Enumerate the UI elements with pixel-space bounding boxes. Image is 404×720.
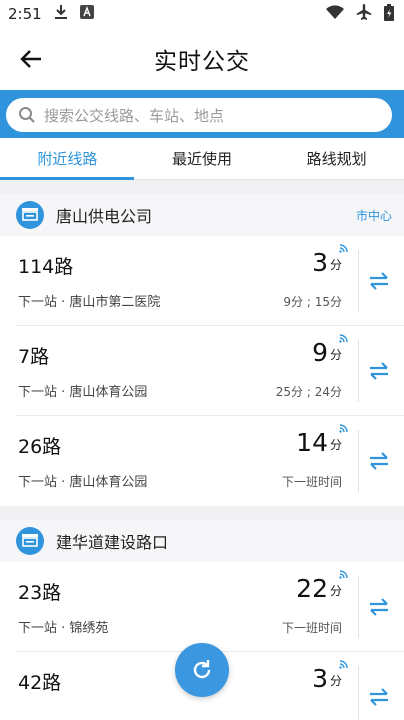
bus-stop-icon [16,527,44,555]
page-title: 实时公交 [154,49,250,75]
refresh-icon [193,660,211,679]
eta-minutes: 9 [312,338,328,367]
section-gap [0,180,404,194]
search-placeholder: 搜索公交线路、车站、地点 [44,106,225,125]
route-eta: 3 分 [312,244,348,277]
app-bar: 实时公交 [0,28,404,90]
realtime-signal-icon [339,424,348,433]
route-eta: 3 分 [312,660,348,693]
swap-direction-button[interactable] [366,448,392,474]
following-buses: 下一班时间 [281,621,342,635]
route-name: 23路 [18,582,62,604]
following-buses: 9分 ; 15分 [283,295,342,309]
eta-minutes: 22 [296,574,328,603]
swap-direction-button[interactable] [366,268,392,294]
app-notification-icon [79,5,94,23]
route-next-stop: 下一站 · 锦绣苑 [18,621,109,636]
eta-unit: 分 [329,438,342,452]
realtime-signal-icon [339,244,348,253]
realtime-signal-icon [339,334,348,343]
search-input[interactable]: 搜索公交线路、车站、地点 [6,98,392,132]
route-next-stop: 下一站 · 唐山体育公园 [18,475,148,490]
route-row[interactable]: 7路 下一站 · 唐山体育公园 9 分 25分 ; 24分 [0,326,404,416]
realtime-signal-icon [339,660,348,669]
status-time: 2:51 [8,5,42,23]
search-icon [19,107,35,123]
back-button[interactable] [14,42,48,76]
airplane-mode-icon [356,4,372,24]
download-icon [54,4,68,24]
route-eta: 14 分 [296,424,348,457]
eta-minutes: 3 [312,664,328,693]
route-name: 114路 [18,256,74,278]
swap-arrows-icon [370,362,388,380]
row-divider [358,430,359,492]
status-bar: 2:51 [0,0,404,28]
tab-indicator [0,177,134,180]
eta-unit: 分 [329,584,342,598]
route-eta: 9 分 [312,334,348,367]
swap-arrows-icon [370,688,388,706]
route-name: 26路 [18,436,62,458]
stop-header[interactable]: 唐山供电公司 市中心 [0,194,404,236]
swap-direction-button[interactable] [366,684,392,710]
route-name: 42路 [18,672,62,694]
stop-area-tag: 市中心 [355,208,392,223]
following-buses: 下一班时间 [281,475,342,489]
swap-arrows-icon [370,272,388,290]
row-divider [358,666,359,720]
swap-direction-button[interactable] [366,358,392,384]
eta-minutes: 3 [312,248,328,277]
route-next-stop: 下一站 · 唐山体育公园 [18,385,148,400]
stop-name: 建华道建设路口 [56,533,169,552]
back-arrow-icon [20,50,41,68]
route-eta: 22 分 [296,570,348,603]
stop-name: 唐山供电公司 [56,207,153,226]
tab-route-planning[interactable]: 路线规划 [269,138,404,179]
route-row[interactable]: 114路 下一站 · 唐山市第二医院 3 分 9分 ; 15分 [0,236,404,326]
row-divider [358,250,359,312]
swap-arrows-icon [370,452,388,470]
battery-icon [384,3,394,25]
following-buses: 25分 ; 24分 [275,385,342,399]
stop-header[interactable]: 建华道建设路口 [0,520,404,562]
wifi-icon [326,5,344,23]
tab-nearby-routes[interactable]: 附近线路 [0,138,135,179]
eta-minutes: 14 [296,428,328,457]
route-name: 7路 [18,346,50,368]
route-next-stop: 下一站 · 唐山市第二医院 [18,295,161,310]
row-divider [358,576,359,638]
tab-recent[interactable]: 最近使用 [135,138,270,179]
swap-arrows-icon [370,598,388,616]
eta-unit: 分 [329,674,342,688]
refresh-button[interactable] [175,643,229,697]
bus-stop-icon [16,201,44,229]
tab-bar: 附近线路 最近使用 路线规划 [0,138,404,180]
eta-unit: 分 [329,348,342,362]
realtime-signal-icon [339,570,348,579]
section-gap [0,506,404,520]
search-bar: 搜索公交线路、车站、地点 [0,90,404,138]
row-divider [358,340,359,402]
route-row[interactable]: 23路 下一站 · 锦绣苑 22 分 下一班时间 [0,562,404,652]
swap-direction-button[interactable] [366,594,392,620]
eta-unit: 分 [329,258,342,272]
route-row[interactable]: 26路 下一站 · 唐山体育公园 14 分 下一班时间 [0,416,404,506]
